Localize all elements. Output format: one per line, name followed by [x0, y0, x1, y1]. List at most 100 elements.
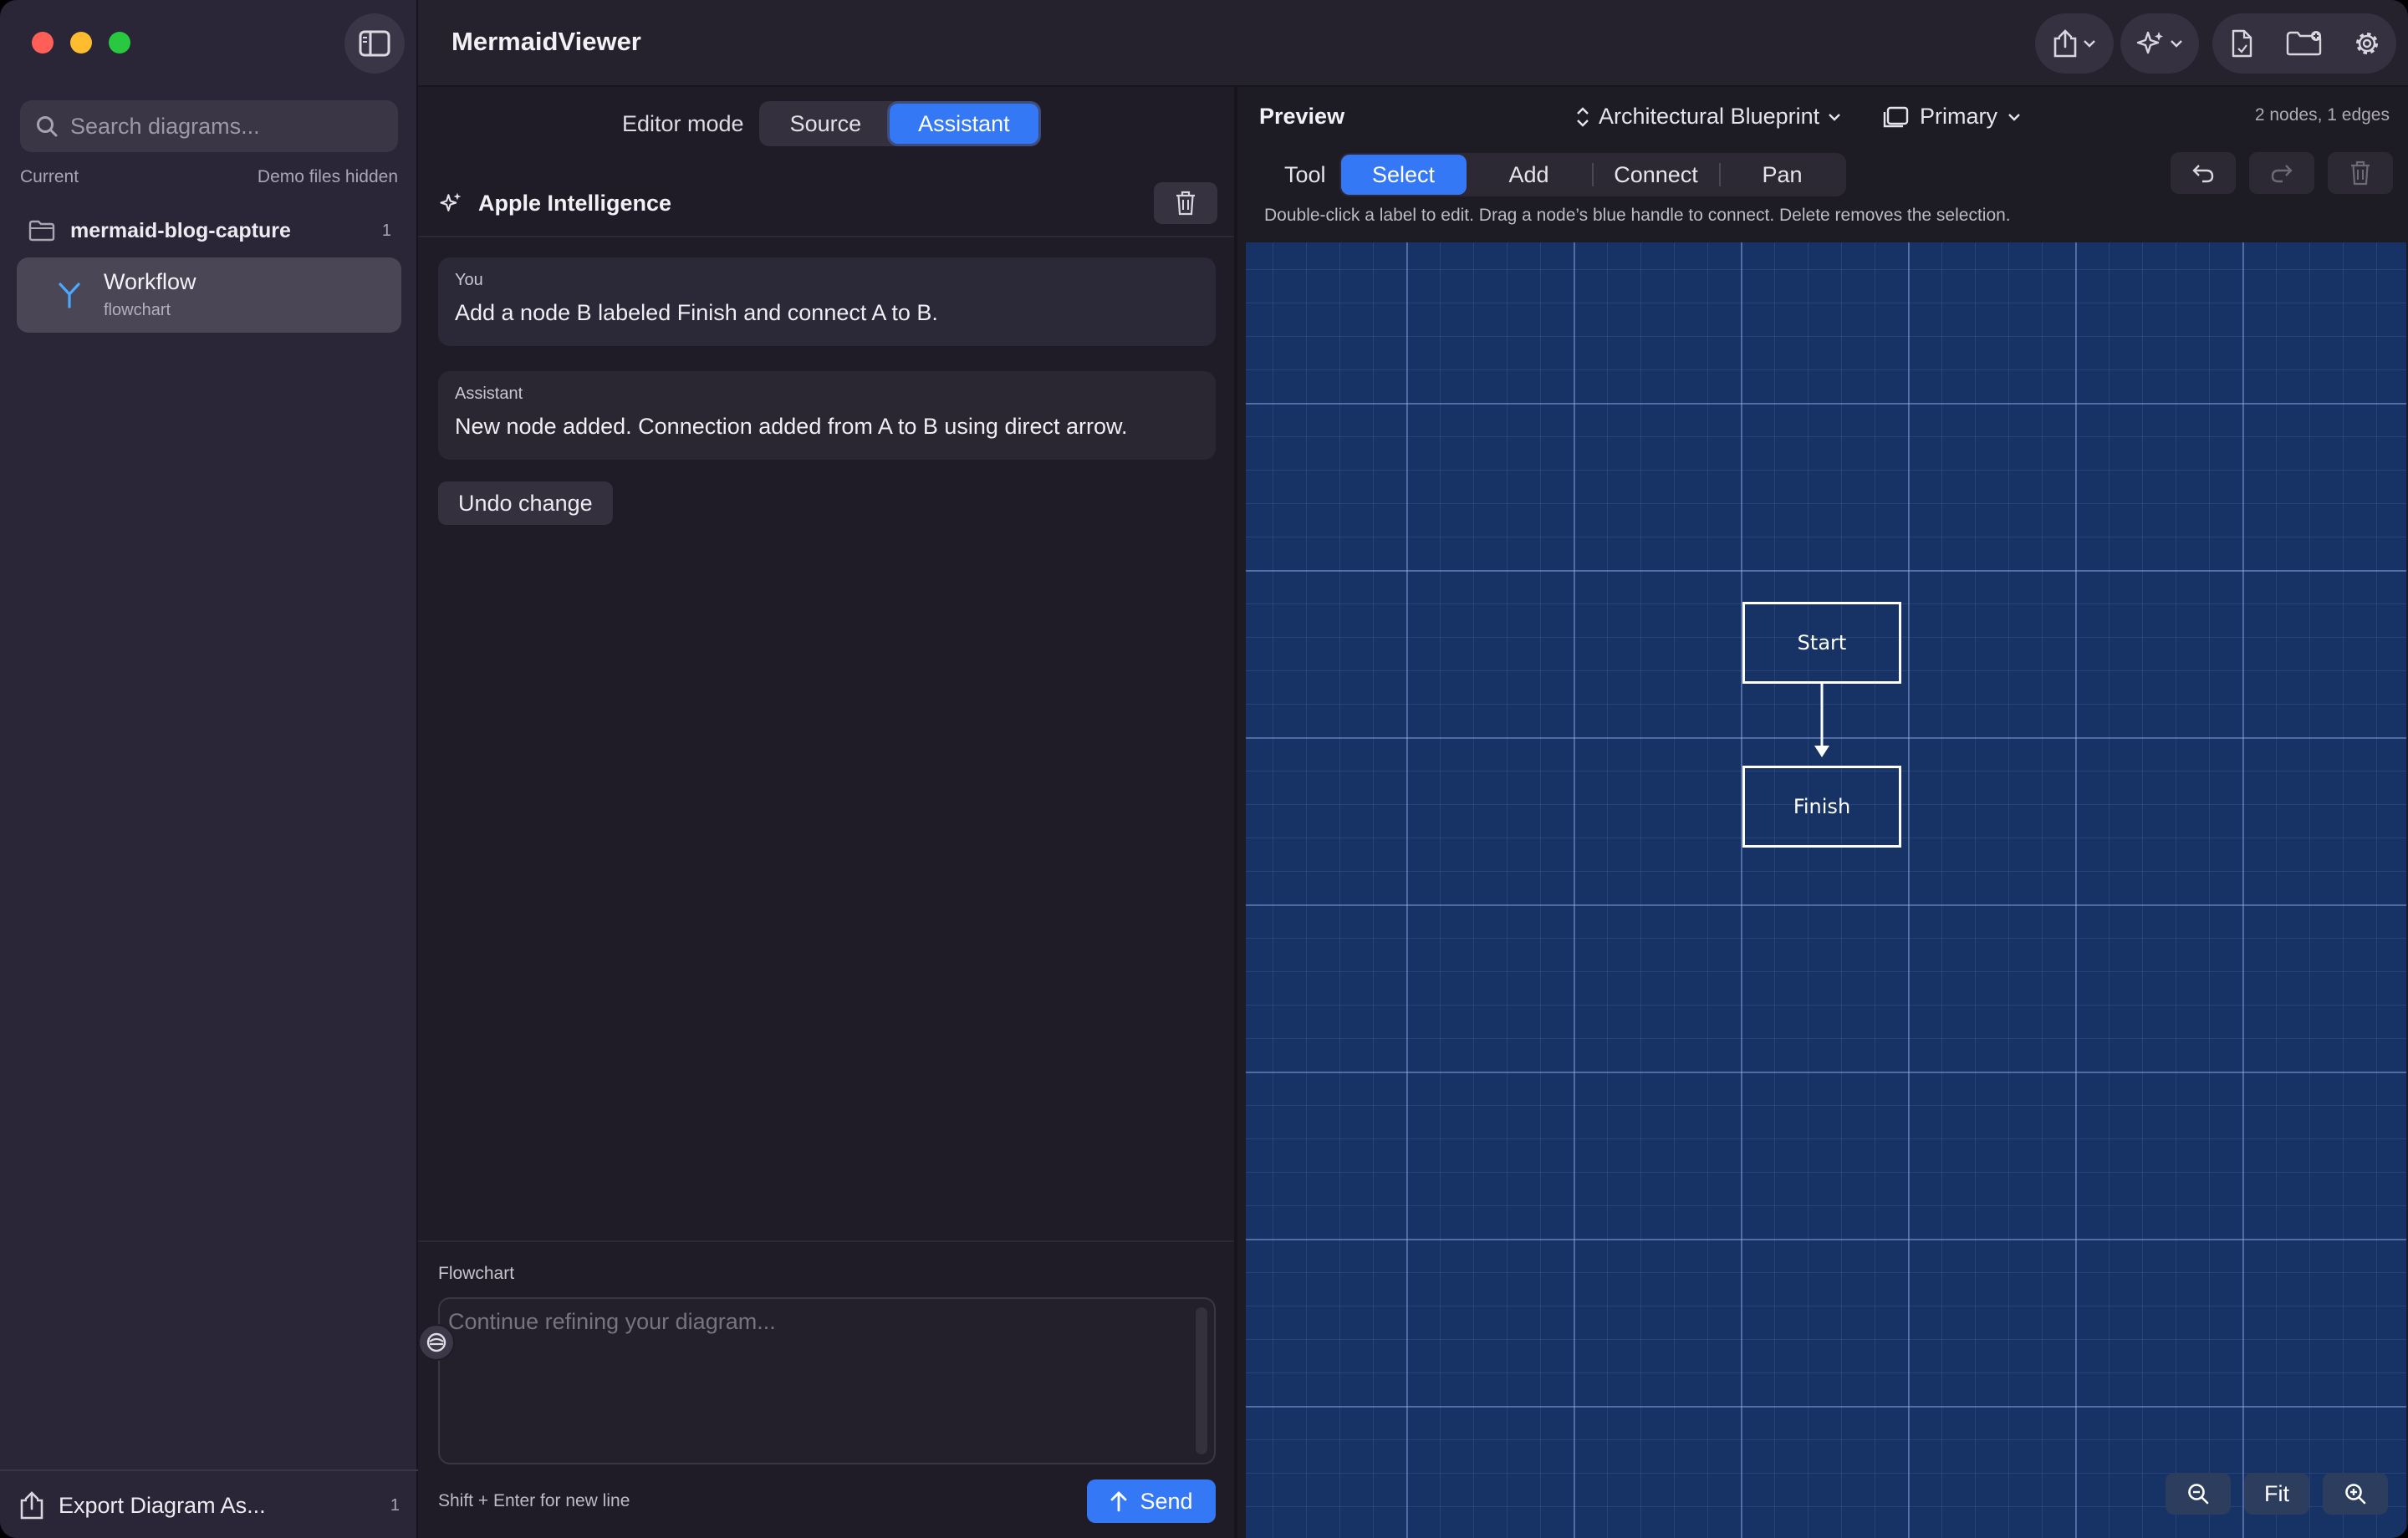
theme-label: Architectural Blueprint — [1599, 104, 1820, 129]
title-bar: MermaidViewer — [418, 0, 2408, 87]
layer-label: Primary — [1920, 104, 1997, 129]
mode-assistant-button[interactable]: Assistant — [890, 104, 1038, 144]
layers-icon — [1883, 106, 1909, 127]
diagram-canvas[interactable]: Start Finish — [1246, 242, 2406, 1538]
zoom-out-button[interactable] — [2166, 1473, 2231, 1515]
section-label: Current — [20, 167, 79, 186]
zoom-in-icon — [2345, 1484, 2366, 1505]
ai-menu-button[interactable] — [2120, 13, 2199, 74]
folder-icon — [28, 220, 55, 242]
node-start[interactable]: Start — [1742, 602, 1901, 684]
composer-divider — [418, 1240, 1234, 1242]
sidebar-toggle-button[interactable] — [344, 13, 405, 74]
tool-row: Tool Select Add Connect Pan — [1284, 152, 1846, 197]
undo-change-button[interactable]: Undo change — [438, 481, 613, 525]
export-label: Export Diagram As... — [59, 1492, 266, 1518]
layer-selector[interactable]: Primary — [1881, 104, 2021, 130]
preview-title: Preview — [1259, 104, 1345, 129]
redo-icon — [2271, 165, 2293, 183]
composer-scrollbar[interactable] — [1196, 1307, 1207, 1454]
message-user: You Add a node B labeled Finish and conn… — [438, 257, 1216, 346]
share-menu-button[interactable] — [2035, 13, 2114, 74]
undo-button[interactable] — [2171, 152, 2236, 194]
writing-tools-icon — [426, 1332, 446, 1352]
message-role: You — [455, 271, 483, 289]
sidebar-icon — [359, 30, 390, 57]
flowchart-icon — [59, 283, 80, 308]
send-button[interactable]: Send — [1087, 1479, 1216, 1523]
edge-arrowhead — [1814, 746, 1829, 757]
search-field[interactable] — [20, 100, 398, 152]
composer-hint: Shift + Enter for new line — [438, 1491, 630, 1510]
section-note: Demo files hidden — [257, 167, 398, 186]
chevron-down-icon — [1829, 113, 1840, 121]
file-actions-group — [2212, 13, 2396, 74]
share-icon — [2053, 29, 2077, 58]
fit-button[interactable]: Fit — [2244, 1473, 2309, 1515]
diagram-stats: 2 nodes, 1 edges — [2254, 105, 2390, 125]
prompt-input[interactable] — [448, 1309, 1184, 1451]
writing-tools-button[interactable] — [418, 1324, 455, 1361]
trash-icon — [1176, 191, 1195, 216]
app-title: MermaidViewer — [452, 27, 641, 56]
composer — [418, 1297, 1216, 1464]
message-text: Add a node B labeled Finish and connect … — [455, 300, 938, 325]
file-name: Workflow — [104, 269, 196, 294]
sparkles-icon — [2136, 31, 2163, 54]
folder-row[interactable]: mermaid-blog-capture 1 — [28, 214, 396, 247]
chevron-down-icon — [2008, 113, 2020, 121]
editor-mode-label: Editor mode — [622, 110, 744, 136]
mode-source-button[interactable]: Source — [762, 104, 890, 144]
tool-add-button[interactable]: Add — [1467, 155, 1592, 195]
delete-selection-button[interactable] — [2328, 152, 2393, 194]
new-document-icon — [2232, 29, 2252, 58]
theme-selector[interactable]: Architectural Blueprint — [1575, 104, 1841, 130]
chevron-down-icon — [2171, 40, 2182, 48]
editor-panel: Editor mode Source Assistant Apple Intel… — [418, 87, 1237, 1538]
edge-layer — [1814, 684, 1829, 757]
folder-count: 1 — [381, 221, 391, 240]
tool-select-button[interactable]: Select — [1340, 155, 1467, 195]
zoom-out-icon — [2188, 1484, 2209, 1505]
gear-icon — [2356, 33, 2379, 54]
new-document-button[interactable] — [2212, 28, 2270, 59]
export-diagram-button[interactable]: Export Diagram As... 1 — [18, 1486, 403, 1525]
tool-segmented-control: Select Add Connect Pan — [1339, 153, 1846, 196]
node-finish[interactable]: Finish — [1742, 766, 1901, 848]
assistant-header: Apple Intelligence — [438, 171, 1217, 236]
sparkles-icon — [440, 192, 462, 211]
sidebar: Current Demo files hidden mermaid-blog-c… — [0, 0, 418, 1538]
new-folder-button[interactable] — [2275, 30, 2333, 57]
trash-icon — [2351, 160, 2370, 186]
window-maximize-button[interactable] — [109, 32, 130, 53]
zoom-in-button[interactable] — [2323, 1473, 2388, 1515]
export-icon — [20, 1491, 43, 1520]
app-window: Current Demo files hidden mermaid-blog-c… — [0, 0, 2408, 1538]
assistant-title: Apple Intelligence — [478, 190, 672, 216]
clear-conversation-button[interactable] — [1154, 182, 1217, 224]
tool-label: Tool — [1284, 161, 1326, 187]
redo-button[interactable] — [2249, 152, 2314, 194]
arrow-up-icon — [1111, 1491, 1127, 1512]
editor-mode-row: Editor mode Source Assistant — [622, 100, 1041, 147]
canvas-hint: Double-click a label to edit. Drag a nod… — [1264, 206, 2011, 225]
composer-label: Flowchart — [438, 1264, 515, 1283]
editor-divider — [418, 236, 1234, 237]
tool-connect-button[interactable]: Connect — [1594, 155, 1719, 195]
settings-button[interactable] — [2339, 28, 2396, 59]
new-folder-icon — [2286, 31, 2322, 56]
section-header: Current Demo files hidden — [20, 167, 398, 187]
window-close-button[interactable] — [32, 32, 54, 53]
search-input[interactable] — [70, 113, 388, 140]
file-type: flowchart — [104, 301, 171, 319]
search-icon — [37, 116, 58, 137]
sidebar-divider — [0, 1469, 418, 1471]
preview-panel: Preview Architectural Blueprint Primary … — [1241, 87, 2408, 1538]
editor-mode-segmented-control: Source Assistant — [758, 101, 1041, 146]
message-role: Assistant — [455, 384, 523, 403]
file-item-workflow[interactable]: Workflow flowchart — [17, 257, 401, 333]
window-minimize-button[interactable] — [70, 32, 92, 53]
chevron-updown-icon — [1577, 106, 1589, 127]
tool-pan-button[interactable]: Pan — [1721, 155, 1844, 195]
folder-name: mermaid-blog-capture — [70, 218, 291, 242]
